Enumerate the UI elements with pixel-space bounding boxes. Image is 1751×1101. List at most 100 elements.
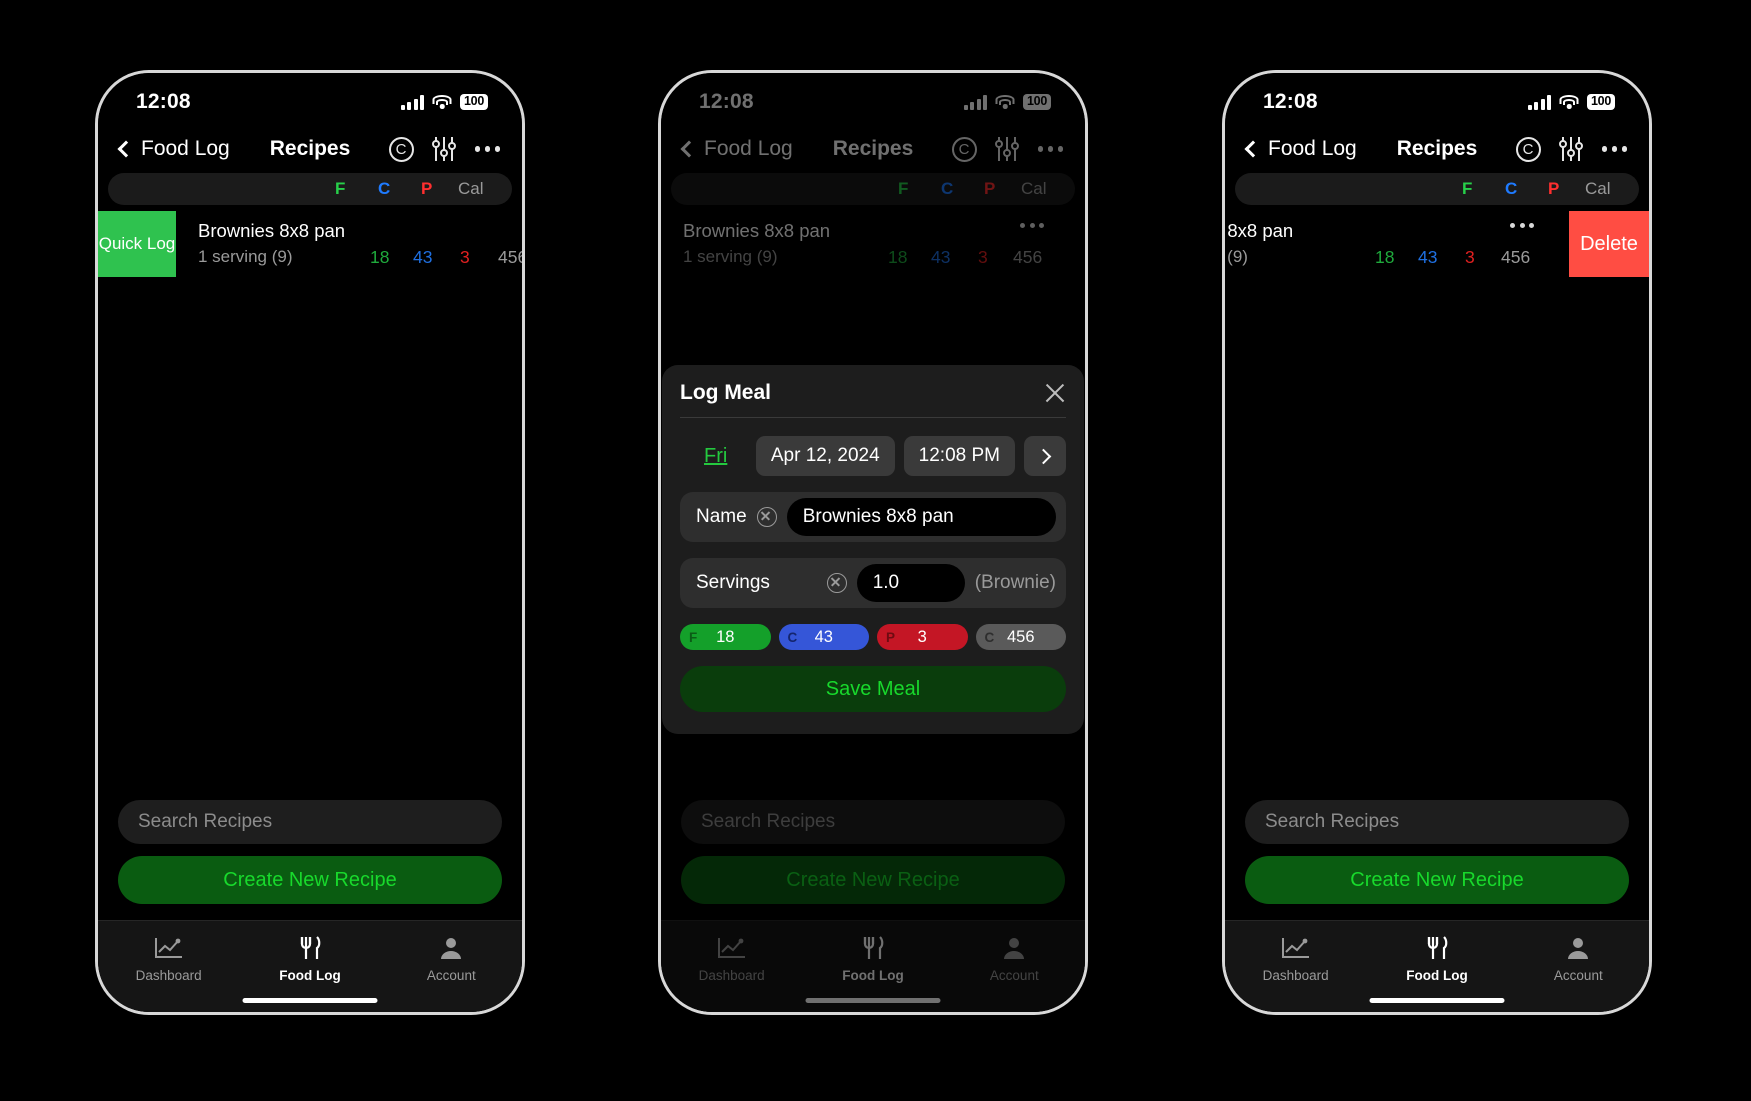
tab-dashboard[interactable]: Dashboard	[98, 921, 239, 1012]
recipe-carbs: 43	[1418, 247, 1438, 267]
macro-pills: F 18 C 43 P 3 C 456	[680, 624, 1066, 650]
time-chip[interactable]: 12:08 PM	[903, 436, 1015, 476]
pill-value-p: 3	[917, 627, 927, 646]
recipe-name: s 8x8 pan	[1225, 220, 1294, 241]
status-clock: 12:08	[1263, 90, 1318, 113]
macro-header-f: F	[1462, 179, 1473, 198]
nav-actions: C	[1515, 136, 1627, 162]
copyright-circle-icon[interactable]: C	[1515, 136, 1541, 162]
back-label: Food Log	[141, 137, 230, 160]
home-indicator	[242, 997, 378, 1003]
macro-column-header: F C P Cal	[108, 173, 512, 205]
copyright-circle-icon[interactable]: C	[388, 136, 414, 162]
back-button[interactable]: Food Log	[117, 137, 230, 161]
back-button[interactable]: Food Log	[1244, 137, 1357, 161]
page-title: Recipes	[269, 137, 351, 160]
chart-line-icon	[1281, 935, 1311, 961]
create-new-recipe-button[interactable]: Create New Recipe	[118, 856, 502, 904]
pill-calories: C 456	[975, 624, 1066, 650]
servings-unit: (Brownie)	[974, 572, 1056, 593]
recipe-row[interactable]: Brownies 8x8 pan 1 serving (9) 18 43 3 4…	[198, 211, 522, 277]
servings-input[interactable]: 1.0	[856, 564, 965, 602]
recipe-row-swiped-left: s 8x8 pan g (9) 18 43 3 456 Delete	[1225, 211, 1649, 277]
pill-value-f: 18	[716, 627, 735, 646]
recipe-calories: 456	[1501, 247, 1531, 267]
battery-badge: 100	[460, 93, 488, 111]
tab-account[interactable]: Account	[381, 921, 522, 1012]
recipe-serving: 1 serving (9)	[198, 247, 293, 266]
search-input[interactable]: Search Recipes	[118, 800, 502, 844]
sliders-icon[interactable]	[431, 137, 457, 161]
recipe-serving: g (9)	[1225, 247, 1248, 266]
home-indicator	[1369, 997, 1505, 1003]
macro-header-p: P	[1548, 179, 1560, 198]
nav-bar: Food Log Recipes C	[1225, 125, 1649, 173]
macro-header-cal: Cal	[1585, 179, 1611, 198]
phone-3-delete-swipe: 12:08 100 Food Log Recipes C F C P Cal 8…	[1222, 70, 1652, 1015]
phone-2-log-meal-modal: 12:08 100 Food Log Recipes C	[658, 70, 1088, 1015]
status-bar: 12:08 100	[1225, 73, 1649, 125]
more-dots-icon[interactable]	[474, 146, 500, 152]
pill-value-cal: 456	[1006, 627, 1035, 646]
chevron-right-icon	[1035, 448, 1052, 464]
create-new-recipe-button[interactable]: Create New Recipe	[1245, 856, 1629, 904]
tab-label-account: Account	[1553, 967, 1603, 983]
screen-3: 12:08 100 Food Log Recipes C F C P Cal 8…	[1225, 73, 1649, 1012]
status-bar: 12:08 100	[98, 73, 522, 125]
recipe-row[interactable]: s 8x8 pan g (9) 18 43 3 456	[1225, 211, 1569, 277]
chart-line-icon	[154, 935, 184, 961]
pill-fat: F 18	[680, 624, 771, 650]
tab-dashboard[interactable]: Dashboard	[1225, 921, 1366, 1012]
log-meal-modal: Log Meal Fri Apr 12, 2024 12:08 PM Name …	[662, 365, 1084, 734]
datetime-row: Fri Apr 12, 2024 12:08 PM	[680, 436, 1066, 476]
screenshot-stage: 12:08 100 Food Log Recipes C F C P Cal Q…	[0, 0, 1751, 1101]
save-meal-button[interactable]: Save Meal	[680, 666, 1066, 712]
phone-1-quick-log: 12:08 100 Food Log Recipes C F C P Cal Q…	[95, 70, 525, 1015]
back-label: Food Log	[1268, 137, 1357, 160]
name-field-row: Name Brownies 8x8 pan	[680, 492, 1066, 542]
pill-tag-c: C	[787, 629, 798, 645]
tab-label-account: Account	[426, 967, 476, 983]
tab-label-dashboard: Dashboard	[1262, 967, 1329, 983]
more-dots-icon[interactable]	[1601, 146, 1627, 152]
macro-header-f: F	[335, 179, 346, 198]
close-x-icon[interactable]	[1044, 382, 1066, 404]
recipe-name: Brownies 8x8 pan	[198, 220, 346, 241]
clear-circle-x-icon[interactable]	[756, 507, 777, 527]
page-title: Recipes	[1396, 137, 1478, 160]
chevron-left-icon	[1244, 140, 1262, 158]
tab-label-dashboard: Dashboard	[135, 967, 202, 983]
clear-circle-x-icon[interactable]	[826, 573, 847, 593]
pill-tag-p: P	[886, 629, 896, 645]
macro-header-c: C	[378, 179, 391, 198]
recipe-protein: 3	[1465, 247, 1475, 267]
wifi-icon	[432, 95, 452, 110]
status-indicators: 100	[400, 93, 488, 111]
macro-column-header: F C P Cal	[1235, 173, 1639, 205]
day-of-week[interactable]: Fri	[704, 445, 727, 468]
pill-carbs: C 43	[778, 624, 869, 650]
row-more-icon[interactable]	[1510, 223, 1534, 228]
quick-log-button[interactable]: Quick Log	[98, 211, 176, 277]
recipe-row-swiped-right: Quick Log Brownies 8x8 pan 1 serving (9)…	[98, 211, 522, 277]
delete-button[interactable]: Delete	[1569, 211, 1649, 277]
nav-actions: C	[388, 136, 500, 162]
next-day-button[interactable]	[1024, 436, 1066, 476]
pill-protein: P 3	[877, 624, 968, 650]
recipe-fat: 18	[1375, 247, 1395, 267]
sliders-icon[interactable]	[1558, 137, 1584, 161]
chevron-left-icon	[117, 140, 135, 158]
nav-bar: Food Log Recipes C	[98, 125, 522, 173]
recipe-calories: 456	[498, 247, 522, 267]
name-input[interactable]: Brownies 8x8 pan	[786, 498, 1056, 536]
wifi-icon	[1559, 95, 1579, 110]
status-indicators: 100	[1527, 93, 1615, 111]
search-input[interactable]: Search Recipes	[1245, 800, 1629, 844]
servings-field-row: Servings 1.0 (Brownie)	[680, 558, 1066, 608]
recipe-fat: 18	[370, 247, 390, 267]
pill-value-c: 43	[814, 627, 833, 646]
person-icon	[1566, 935, 1590, 961]
macro-header-c: C	[1505, 179, 1518, 198]
date-chip[interactable]: Apr 12, 2024	[755, 436, 895, 476]
tab-account[interactable]: Account	[1508, 921, 1649, 1012]
